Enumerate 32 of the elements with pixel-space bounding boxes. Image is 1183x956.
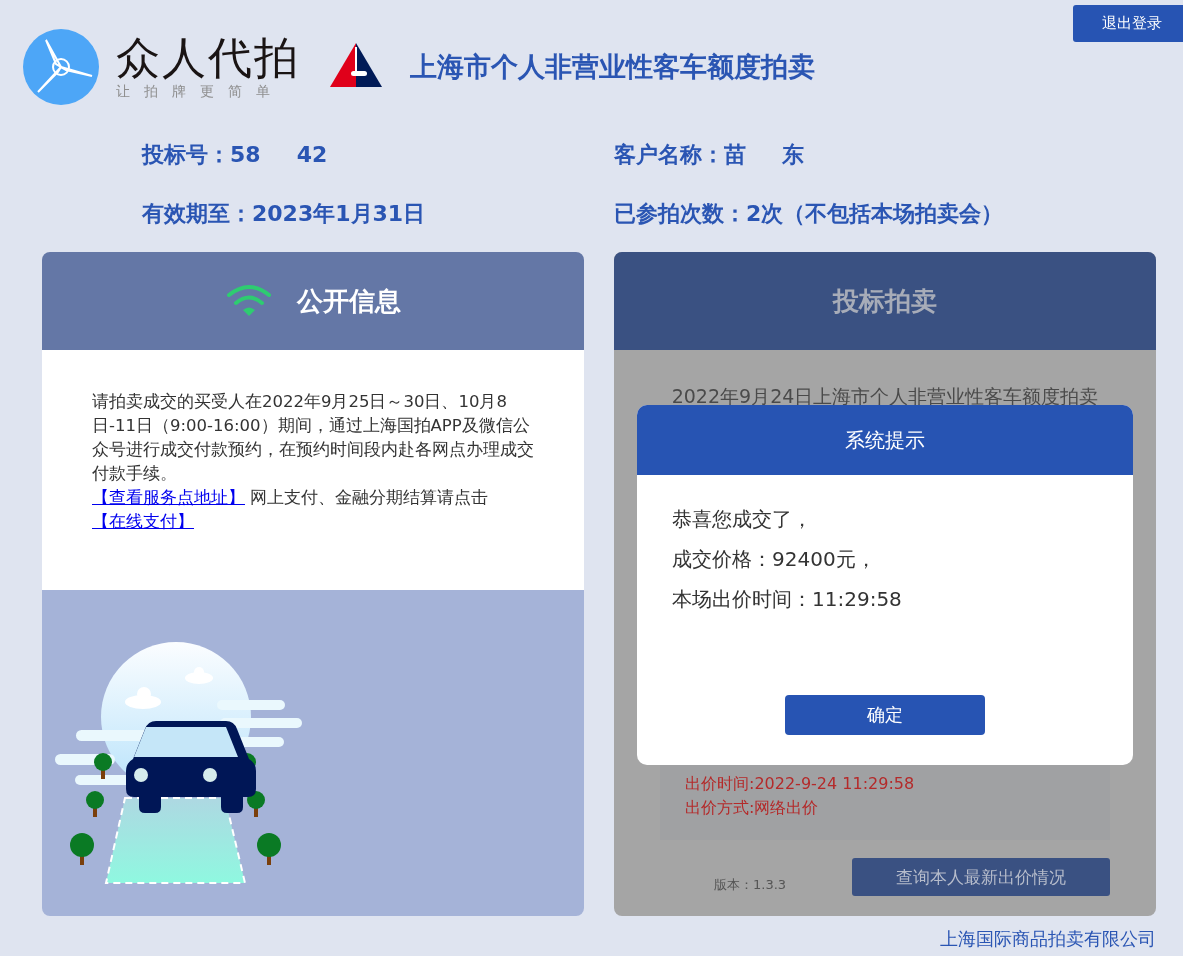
version-text: 版本：1.3.3 — [714, 876, 787, 894]
card-title: 公开信息 — [297, 284, 401, 318]
field-label: 投标号： — [142, 141, 230, 169]
dialog-message: 本场出价时间：11:29:58 — [672, 586, 903, 613]
field-label: 客户名称： — [614, 141, 724, 169]
auction-title: 2022年9月24日上海市个人非营业性客车额度拍卖 — [671, 384, 1099, 409]
dialog-message: 恭喜您成交了， — [672, 506, 813, 533]
logout-button[interactable]: 退出登录 — [1073, 5, 1183, 42]
query-bid-button[interactable]: 查询本人最新出价情况 — [852, 858, 1110, 896]
dialog-message: 成交价格：92400元， — [672, 546, 877, 573]
brand-name: 众人代拍 — [116, 34, 300, 82]
notice-text: 请拍卖成交的买受人在2022年9月25日～30日、10月8日-11日（9:00-16:00）期间，通过上海国拍APP及微信公众号进行成交付款预约，在预约时间段内赴各网点办理成交付款手续。 — [92, 391, 535, 485]
bid-detail: 出价时间:2022-9-24 11:29:58 — [685, 773, 916, 795]
page-title: 上海市个人非营业性客车额度拍卖 — [410, 50, 815, 84]
field-value: 42 — [296, 141, 328, 169]
field-value: 2次（不包括本场拍卖会） — [746, 200, 1004, 228]
field-value: 2023年1月31日 — [252, 200, 426, 228]
field-label: 有效期至： — [142, 200, 252, 228]
field-value: 58 — [230, 141, 261, 169]
link[interactable]: 【在线支付】 — [92, 512, 194, 531]
link[interactable]: 【查看服务点地址】 — [92, 488, 245, 507]
confirm-button[interactable]: 确定 — [785, 695, 985, 735]
field-value: 苗 — [724, 141, 746, 169]
notice-text: 【查看服务点地址】 网上支付、金融分期结算请点击 【在线支付】 — [92, 487, 490, 533]
company-name: 上海国际商品拍卖有限公司 — [940, 928, 1156, 949]
field-value: 东 — [782, 141, 804, 169]
field-label: 已参拍次数： — [614, 200, 746, 228]
dialog-title: 系统提示 — [845, 426, 925, 454]
card-title: 投标拍卖 — [833, 284, 937, 318]
brand-slogan: 让拍牌更简单 — [116, 82, 285, 100]
wifi-icon — [225, 283, 273, 319]
bid-detail: 出价方式:网络出价 — [685, 797, 820, 819]
